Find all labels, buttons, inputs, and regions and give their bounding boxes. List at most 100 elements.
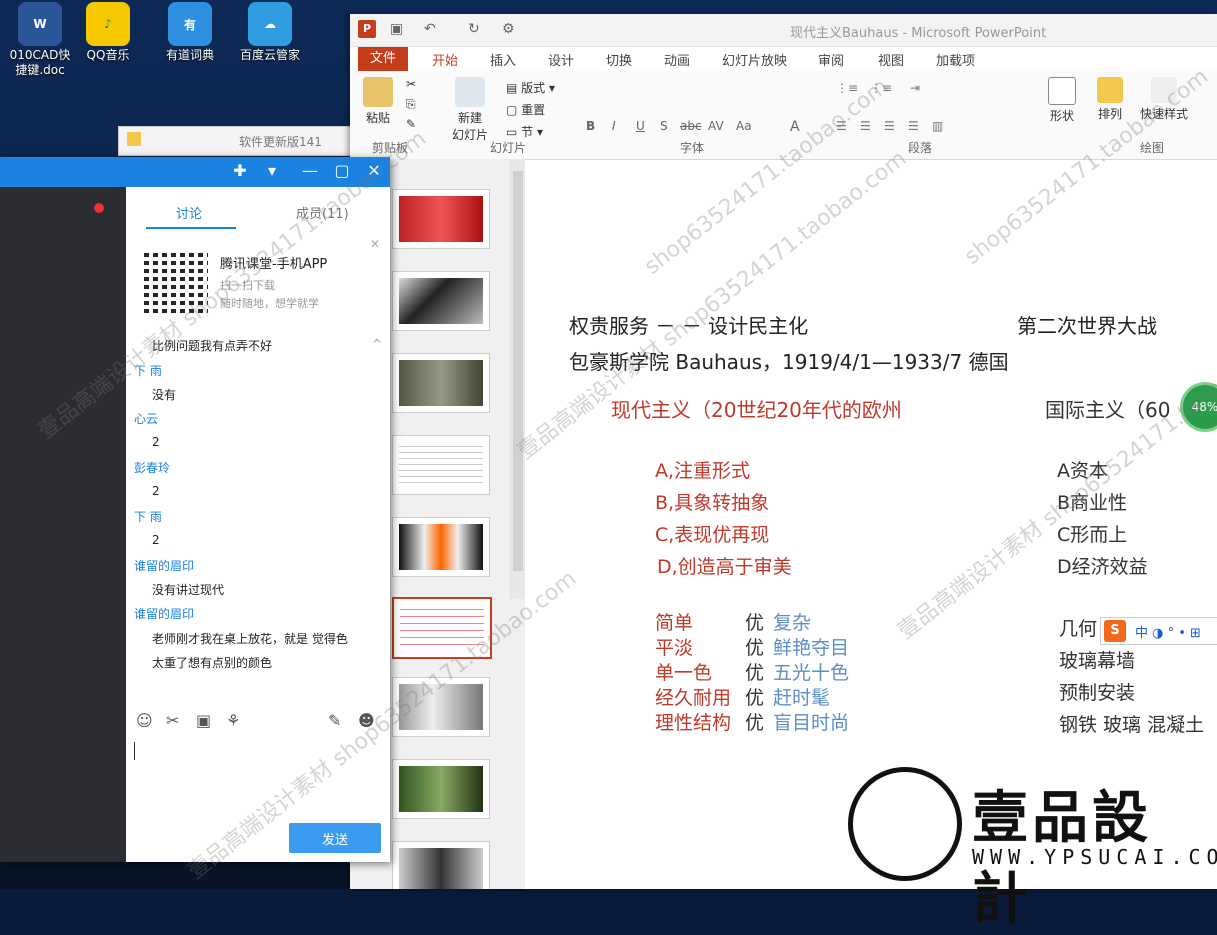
slide-thumbnail[interactable] — [392, 189, 490, 249]
columns-icon[interactable]: ▥ — [932, 119, 943, 133]
menu-dropdown-icon[interactable]: ▾ — [262, 161, 282, 180]
tab-view[interactable]: 视图 — [872, 50, 910, 69]
compare-left: 理性结构 — [655, 712, 732, 734]
paste-label: 粘贴 — [365, 111, 390, 125]
left-point: C,表现优再现 — [655, 524, 770, 546]
emoji-icon[interactable]: ☺ — [136, 711, 153, 730]
compare-left: 简单 — [655, 612, 694, 634]
copy-icon[interactable]: ⎘ — [406, 97, 416, 112]
slide-thumbnail[interactable] — [392, 517, 490, 577]
edit-icon[interactable]: ✎ — [328, 711, 341, 730]
new-slide-icon — [455, 77, 485, 107]
customize-qa-icon[interactable]: ⚙ — [502, 21, 515, 37]
tab-discussion[interactable]: 讨论 — [176, 203, 202, 222]
pin-icon[interactable]: ✚ — [230, 161, 250, 180]
underline-button[interactable]: U — [636, 119, 645, 133]
align-center-icon[interactable]: ☰ — [860, 119, 871, 133]
thumbnail-scrollbar[interactable] — [510, 159, 525, 599]
collapse-icon[interactable]: ^ — [372, 337, 382, 351]
maximize-icon[interactable]: ▢ — [332, 161, 352, 180]
shadow-button[interactable]: S — [660, 119, 668, 133]
desktop-icon-qq-music[interactable]: ♪ QQ音乐 — [68, 2, 148, 63]
slide-canvas[interactable]: 权贵服务 － － 设计民主化 第二次世界大战 包豪斯学院 Bauhaus，191… — [545, 284, 1217, 784]
redo-icon[interactable]: ↻ — [468, 21, 480, 37]
minimize-icon[interactable]: — — [300, 161, 320, 180]
tab-design[interactable]: 设计 — [542, 50, 580, 69]
message-input[interactable] — [134, 742, 135, 760]
char-spacing-button[interactable]: AV — [708, 119, 724, 133]
group-clipboard: 剪贴板 — [372, 141, 409, 155]
qr-code-icon — [144, 249, 208, 313]
desktop-icon-baidu-cloud[interactable]: ☁ 百度云管家 — [230, 2, 310, 63]
promo-sub2: 随时随地，想学就学 — [220, 297, 319, 310]
slide-thumbnail[interactable] — [392, 353, 490, 413]
align-right-icon[interactable]: ☰ — [884, 119, 895, 133]
layout-button[interactable]: ▤ 版式 ▾ — [506, 79, 555, 96]
chat-panel: 讨论 成员(11) ✕ 腾讯课堂-手机APP 扫一扫下载 随时随地，想学就学 ^… — [126, 187, 390, 862]
align-left-icon[interactable]: ☰ — [836, 119, 847, 133]
desktop-icon-youdao[interactable]: 有 有道词典 — [150, 2, 230, 63]
tab-members[interactable]: 成员(11) — [296, 203, 349, 222]
right-list-item: 钢铁 玻璃 混凝土 — [1059, 714, 1205, 736]
right-list-item: 预制安装 — [1059, 682, 1136, 704]
flower-icon[interactable]: ⚘ — [226, 711, 240, 730]
new-slide-button[interactable]: 新建 幻灯片 — [446, 77, 494, 143]
slide-thumbnail[interactable] — [392, 271, 490, 331]
ime-toolbar[interactable]: S 中 ◑ ° • ⊞ — [1100, 617, 1217, 645]
tab-slideshow[interactable]: 幻灯片放映 — [716, 50, 793, 69]
right-point: C形而上 — [1057, 524, 1128, 546]
user-icon[interactable]: ☻ — [358, 711, 375, 730]
slide-thumbnail[interactable] — [392, 841, 490, 889]
scrollbar-thumb[interactable] — [513, 171, 523, 571]
baidu-cloud-icon: ☁ — [248, 2, 292, 46]
arrange-label: 排列 — [1097, 107, 1122, 121]
tab-review[interactable]: 审阅 — [812, 50, 850, 69]
slide-thumbnail-selected[interactable] — [392, 597, 492, 659]
numbering-icon[interactable]: ⋮≡ — [870, 81, 892, 95]
change-case-button[interactable]: Aa — [736, 119, 752, 133]
desktop-icon-label: QQ音乐 — [86, 48, 130, 62]
tab-animations[interactable]: 动画 — [658, 50, 696, 69]
group-drawing: 绘图 — [1140, 141, 1165, 155]
active-tab-indicator — [146, 227, 236, 229]
slide-international-heading: 国际主义（60 — [1045, 398, 1171, 422]
tab-transitions[interactable]: 切换 — [600, 50, 638, 69]
slide-thumbnail[interactable] — [392, 759, 490, 819]
logo-seal-icon — [848, 767, 962, 881]
send-button[interactable]: 发送 — [289, 823, 381, 853]
section-button[interactable]: ▭ 节 ▾ — [506, 123, 543, 140]
bullets-icon[interactable]: ⋮≡ — [836, 81, 858, 95]
tab-file[interactable]: 文件 — [358, 47, 409, 71]
justify-icon[interactable]: ☰ — [908, 119, 919, 133]
italic-button[interactable]: I — [612, 119, 616, 133]
reset-button[interactable]: ▢ 重置 — [506, 101, 545, 118]
scissors-icon[interactable]: ✂ — [166, 711, 179, 730]
format-painter-icon[interactable]: ✎ — [406, 117, 416, 131]
tab-insert[interactable]: 插入 — [484, 50, 522, 69]
slide-thumbnail[interactable] — [392, 677, 490, 737]
reset-label: 重置 — [521, 103, 546, 117]
shape-button[interactable]: 形状 — [1042, 77, 1082, 124]
chat-toolbar: ☺ ✂ ▣ ⚘ ✎ ☻ — [132, 711, 382, 735]
message-text: 没有讲过现代 — [152, 583, 225, 597]
indent-icon[interactable]: ⇥ — [910, 81, 920, 95]
message-text: 没有 — [152, 388, 177, 402]
slide-thumbnail[interactable] — [392, 435, 490, 495]
close-icon[interactable]: ✕ — [364, 161, 384, 180]
ribbon-tabs: 文件 开始 插入 设计 切换 动画 幻灯片放映 审阅 视图 加载项 — [350, 47, 1217, 71]
save-icon[interactable]: ▣ — [390, 21, 403, 37]
arrange-icon — [1097, 77, 1123, 103]
bold-button[interactable]: B — [586, 119, 595, 133]
compare-left: 单一色 — [655, 662, 713, 684]
font-color-button[interactable]: A — [790, 119, 800, 135]
strikethrough-button[interactable]: abc — [680, 119, 702, 133]
paste-button[interactable]: 粘贴 — [360, 77, 396, 126]
undo-icon[interactable]: ↶ — [424, 21, 436, 37]
arrange-button[interactable]: 排列 — [1090, 77, 1130, 122]
quick-style-button[interactable]: 快速样式 — [1136, 77, 1192, 122]
section-label: 节 — [521, 125, 534, 139]
image-icon[interactable]: ▣ — [196, 711, 211, 730]
cut-icon[interactable]: ✂ — [406, 77, 416, 91]
tab-addins[interactable]: 加载项 — [930, 50, 981, 69]
tab-home[interactable]: 开始 — [426, 50, 464, 69]
